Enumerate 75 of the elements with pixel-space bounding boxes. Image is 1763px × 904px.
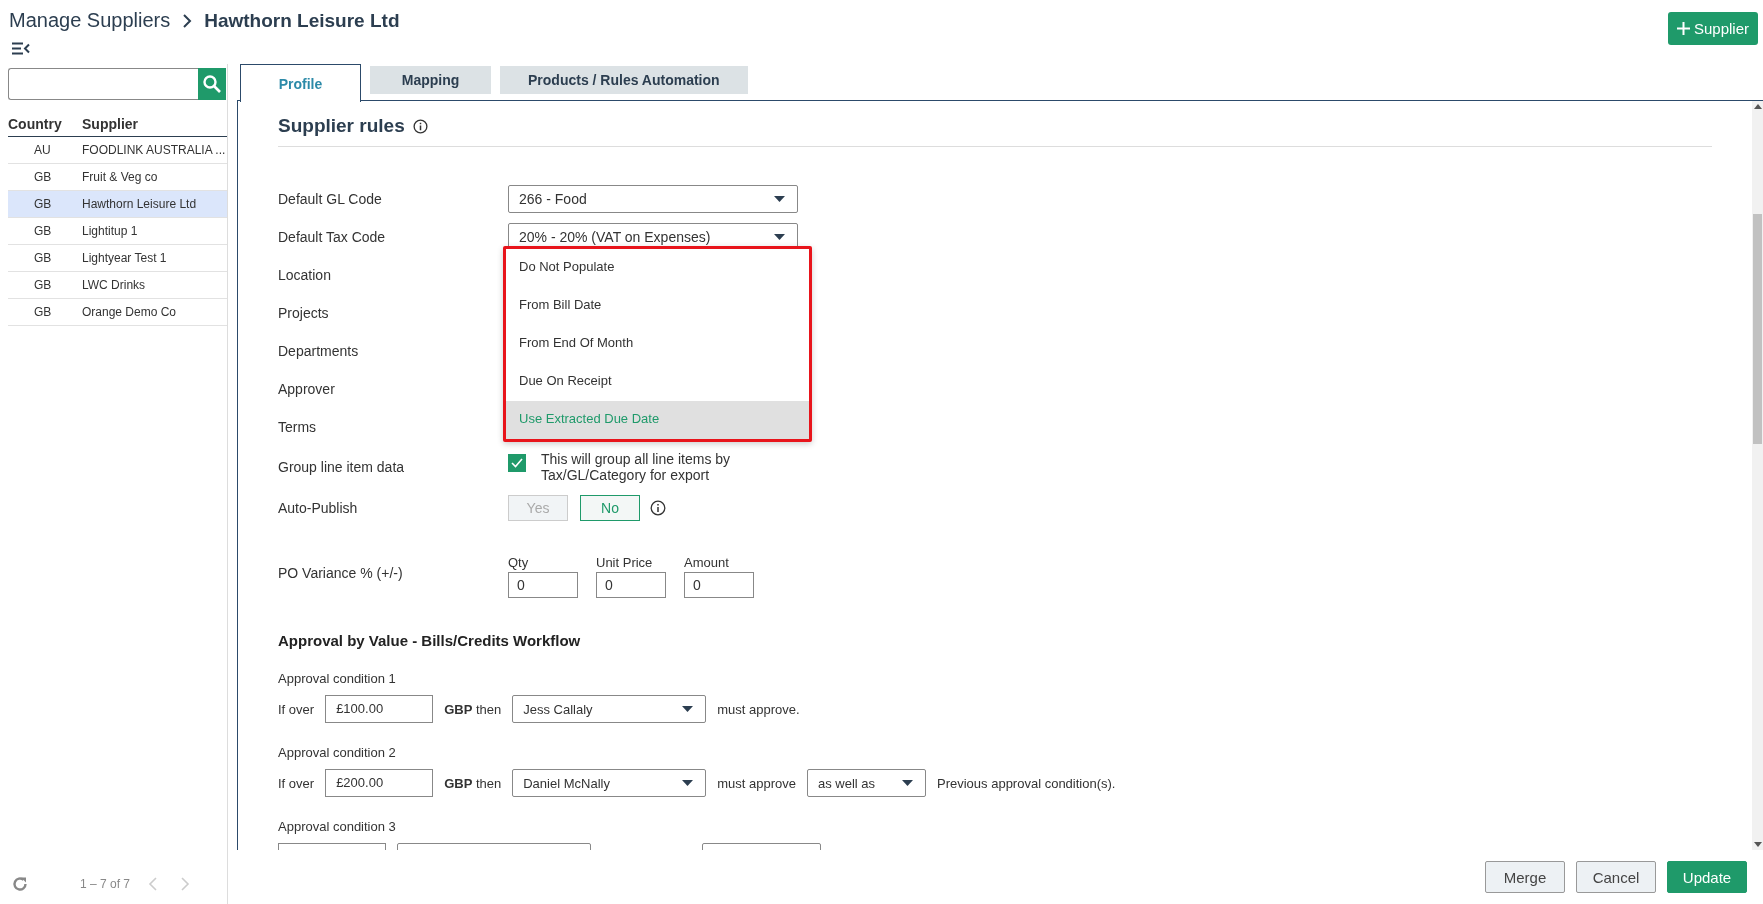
condition-label: Approval condition 3: [278, 819, 397, 834]
chevron-right-icon: [182, 13, 193, 28]
caret-icon: [774, 234, 785, 240]
column-header: Supplier: [82, 116, 138, 132]
tab[interactable]: Products / Rules Automation: [500, 66, 748, 94]
field-label: Approver: [278, 381, 336, 397]
input-field[interactable]: 0: [684, 572, 754, 598]
menu-option[interactable]: From End Of Month: [506, 325, 809, 363]
dropdown-field[interactable]: 266 - Food: [508, 185, 798, 213]
add-supplier-button[interactable]: Supplier: [1667, 12, 1758, 45]
input-label: Qty: [508, 555, 530, 570]
condition-text: must approve: [717, 775, 796, 791]
condition-text: must approve.: [717, 701, 800, 717]
input-label: Amount: [684, 555, 730, 570]
caret-icon: [682, 780, 694, 786]
footer-button[interactable]: Merge: [1485, 861, 1565, 893]
input-label: Unit Price: [596, 555, 654, 570]
info-icon[interactable]: [650, 500, 666, 516]
footer-button[interactable]: Update: [1667, 861, 1747, 893]
column-header: Country: [8, 116, 63, 132]
section-title: Supplier rules: [278, 115, 405, 137]
scroll-down-icon[interactable]: [1753, 842, 1762, 847]
supplier-row[interactable]: GB Lightitup 1: [8, 218, 227, 245]
checkbox[interactable]: [508, 453, 526, 472]
field-label: PO Variance % (+/-): [278, 565, 404, 581]
supplier-row[interactable]: GB Hawthorn Leisure Ltd: [8, 191, 227, 218]
footer-button[interactable]: Cancel: [1576, 861, 1656, 893]
condition-text: If over: [278, 775, 315, 791]
breadcrumb-link[interactable]: Manage Suppliers: [9, 9, 171, 32]
caret-icon: [774, 196, 785, 202]
field-label: Default GL Code: [278, 191, 383, 207]
field-label: Terms: [278, 419, 318, 435]
search-button[interactable]: [198, 68, 226, 100]
supplier-row[interactable]: GB Lightyear Test 1: [8, 245, 227, 272]
condition-text: Previous approval condition(s).: [937, 775, 1116, 791]
supplier-row[interactable]: GB LWC Drinks: [8, 272, 227, 299]
page-title: Hawthorn Leisure Ltd: [204, 9, 400, 32]
amount-field[interactable]: £100.00: [325, 695, 434, 723]
approver-dropdown[interactable]: Jess Callaly: [512, 695, 707, 723]
condition-label: Approval condition 1: [278, 671, 397, 686]
menu-option[interactable]: Due On Receipt: [506, 363, 809, 401]
info-icon[interactable]: [412, 118, 428, 134]
scrollbar[interactable]: [1752, 101, 1763, 850]
supplier-row[interactable]: GB Orange Demo Co: [8, 299, 227, 326]
section-heading: Approval by Value - Bills/Credits Workflow: [278, 632, 582, 649]
scroll-up-icon[interactable]: [1753, 104, 1762, 109]
condition-text: GBP then: [444, 701, 502, 717]
field-label: Projects: [278, 305, 330, 321]
condition-label: Approval condition 2: [278, 745, 397, 760]
condition-text: If over: [278, 701, 315, 717]
caret-icon: [682, 706, 694, 712]
tab[interactable]: Profile: [240, 64, 361, 102]
condition-text: GBP then: [444, 775, 502, 791]
amount-field[interactable]: £200.00: [325, 769, 434, 797]
field-label: Location: [278, 267, 332, 283]
mode-dropdown[interactable]: as well as: [807, 769, 926, 797]
supplier-row[interactable]: AU FOODLINK AUSTRALIA ...: [8, 137, 227, 164]
collapse-menu-icon[interactable]: [12, 42, 30, 55]
field-label: Departments: [278, 343, 360, 359]
checkbox-description: This will group all line items by Tax/GL/Category for export: [541, 451, 732, 483]
caret-icon: [902, 780, 913, 786]
field-label: Auto-Publish: [278, 500, 359, 516]
plus-icon: [1676, 22, 1690, 35]
field-label: Default Tax Code: [278, 229, 387, 245]
pagination-text: 1 – 7 of 7: [80, 877, 131, 891]
search-icon: [203, 75, 221, 93]
tab[interactable]: Mapping: [370, 66, 491, 94]
refresh-icon[interactable]: [12, 876, 28, 892]
menu-option[interactable]: From Bill Date: [506, 287, 809, 325]
input-field[interactable]: 0: [596, 572, 666, 598]
menu-option[interactable]: Do Not Populate: [506, 249, 809, 287]
approver-dropdown[interactable]: Daniel McNally: [512, 769, 707, 797]
input-field[interactable]: 0: [508, 572, 578, 598]
field-label: Group line item data: [278, 459, 406, 475]
search-field[interactable]: [8, 68, 198, 100]
